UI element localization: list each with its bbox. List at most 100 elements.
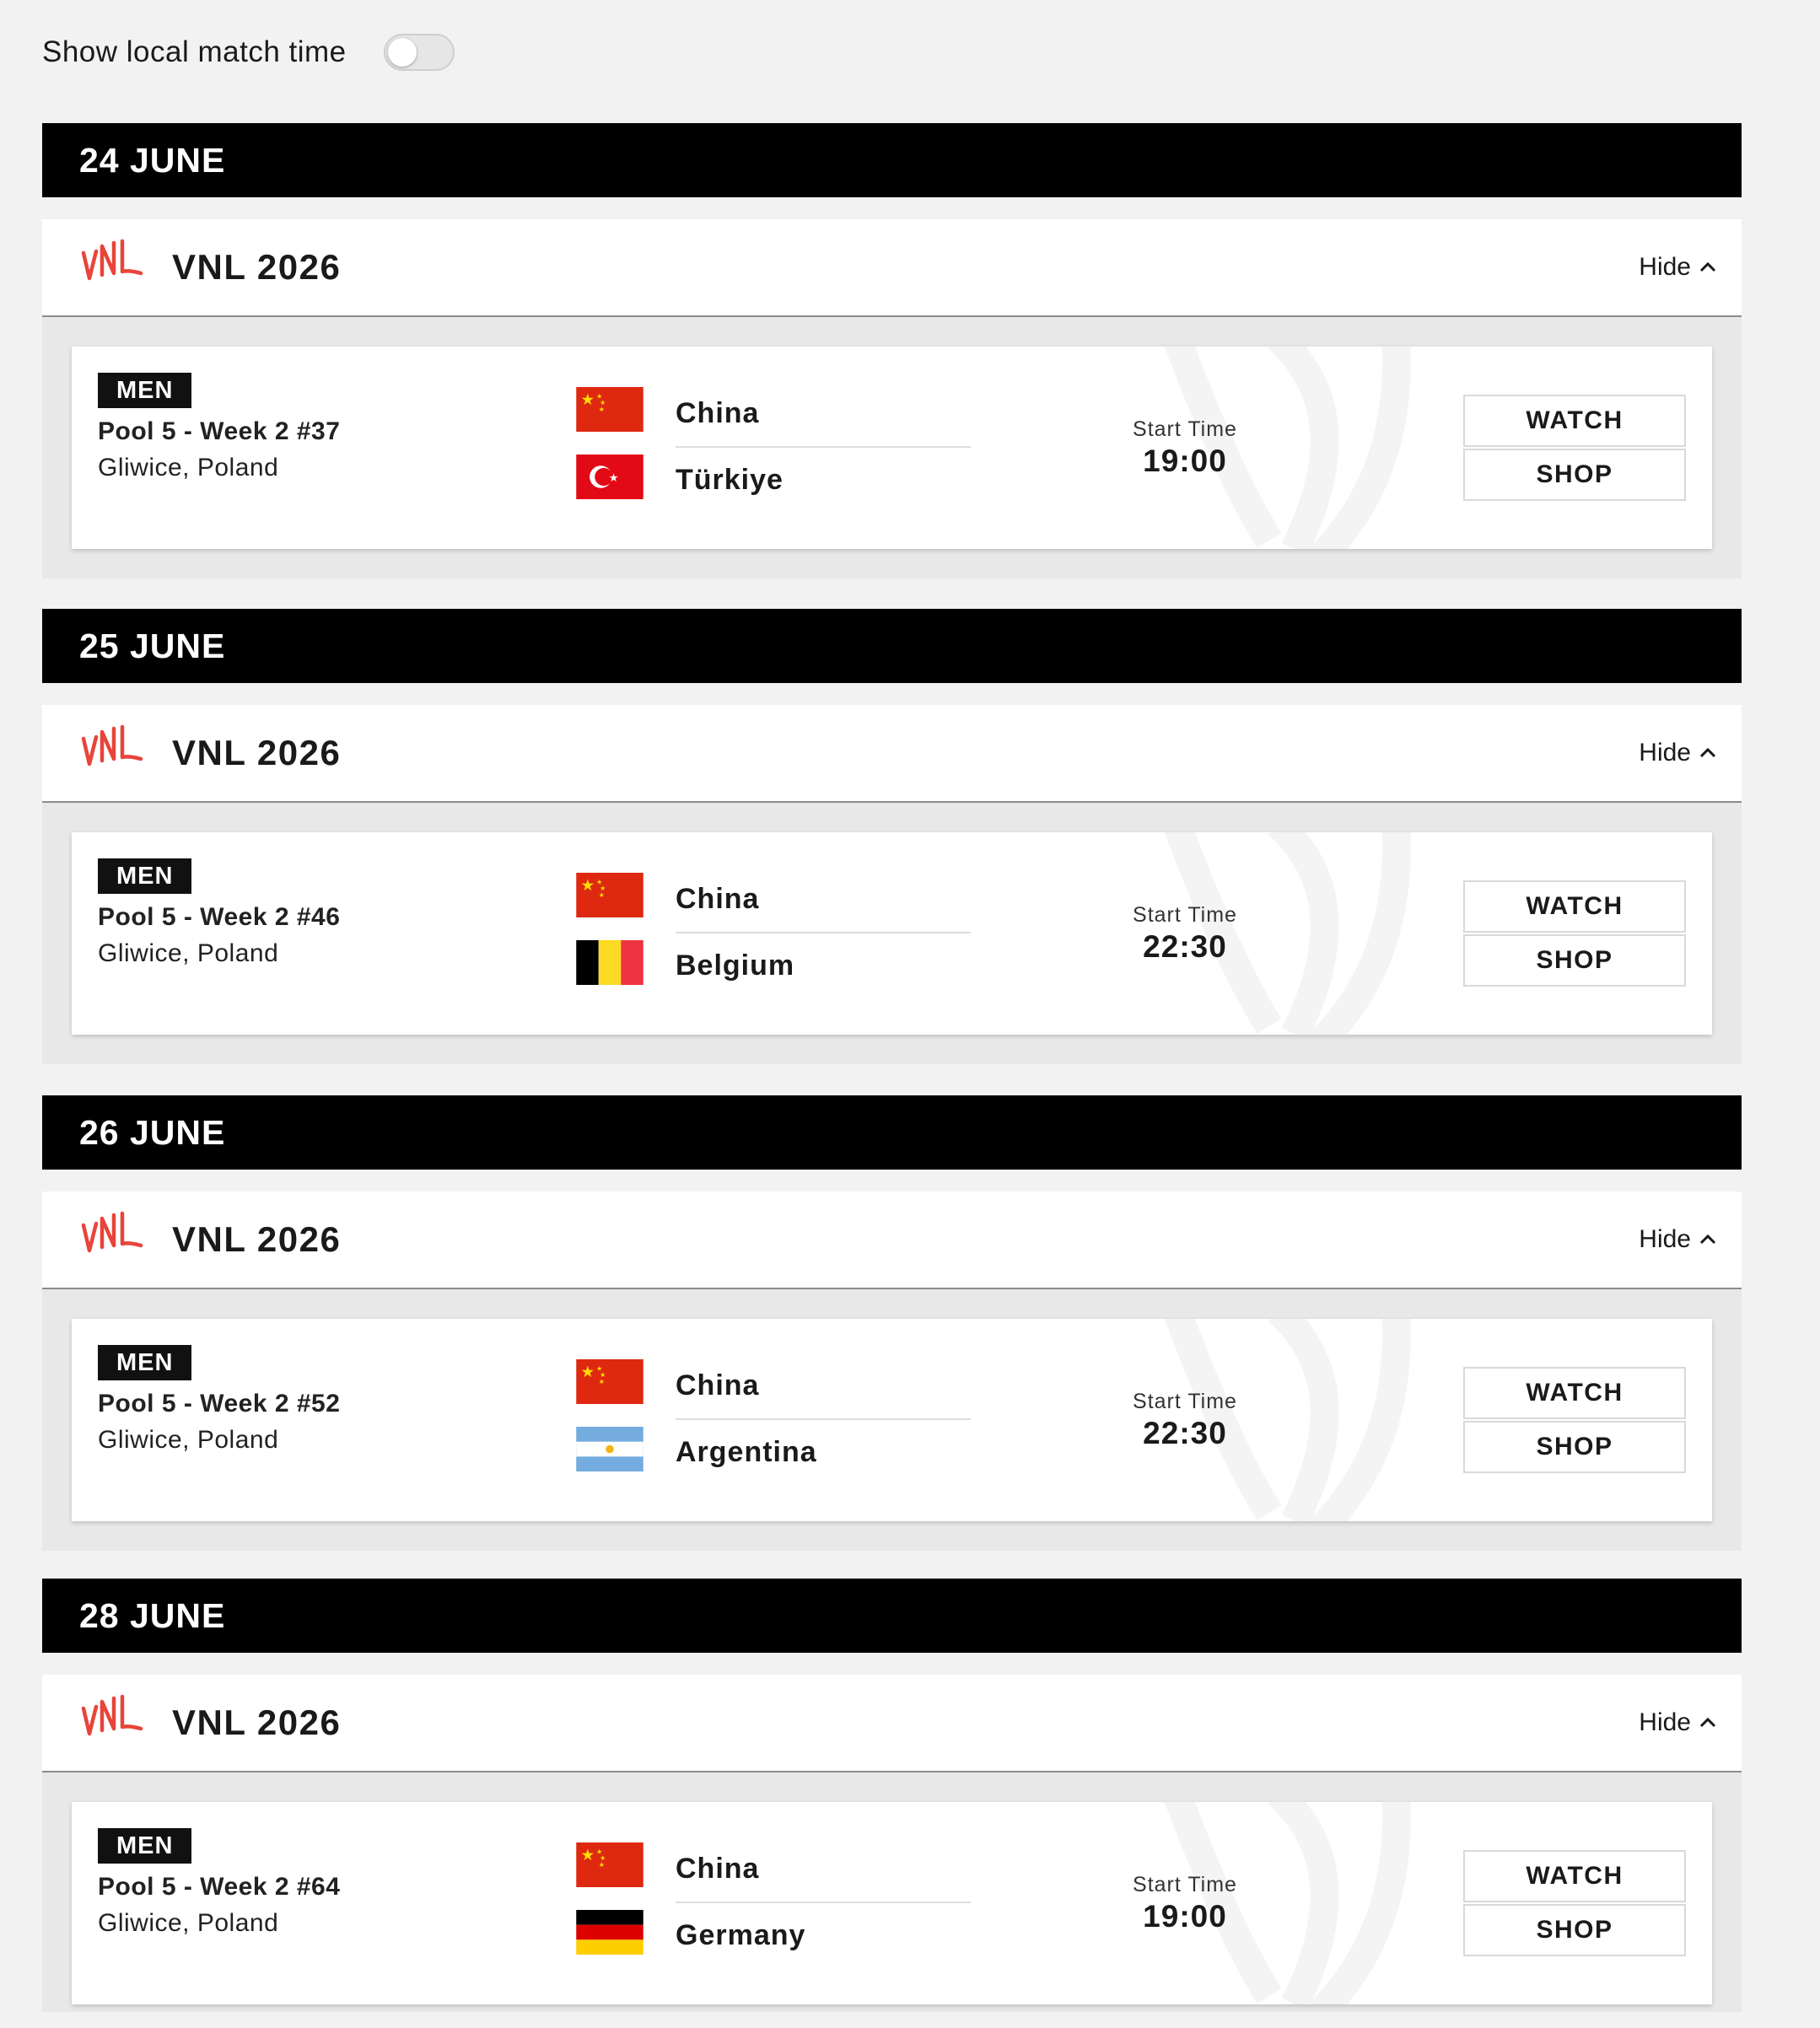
competition-title: VNL 2026 [172,1219,342,1259]
pool-label: Pool 5 - Week 2 #46 [98,903,341,931]
away-team-name: Türkiye [676,464,783,496]
vnl-logo-icon [81,1211,143,1253]
gender-badge: MEN [98,373,192,408]
germany-flag-icon [576,1910,643,1955]
argentina-flag-icon [576,1427,643,1471]
chevron-up-icon [1699,1717,1716,1728]
pool-label: Pool 5 - Week 2 #52 [98,1390,341,1417]
vnl-logo-icon [81,239,143,281]
gender-badge: MEN [98,1828,192,1864]
watch-button[interactable]: WATCH [1463,395,1686,447]
gender-badge: MEN [98,1345,192,1380]
start-time-label: Start Time [1133,1390,1237,1413]
date-header: 25 JUNE [42,609,1742,683]
match-container: MEN Pool 5 - Week 2 #64 Gliwice, Poland … [42,1772,1742,2012]
venue-label: Gliwice, Poland [98,939,279,967]
venue-label: Gliwice, Poland [98,454,279,481]
start-time-label: Start Time [1133,1873,1237,1896]
hide-button[interactable]: Hide [1639,739,1716,767]
competition-header: VNL 2026 Hide [42,705,1742,803]
toggle-knob [387,38,417,67]
start-time-label: Start Time [1133,903,1237,927]
competition-header: VNL 2026 Hide [42,219,1742,317]
shop-button[interactable]: SHOP [1463,449,1686,501]
venue-label: Gliwice, Poland [98,1426,279,1454]
pool-label: Pool 5 - Week 2 #37 [98,417,341,445]
match-container: MEN Pool 5 - Week 2 #37 Gliwice, Poland … [42,317,1742,578]
watch-button[interactable]: WATCH [1463,880,1686,933]
day-section: 26 JUNE VNL 2026 Hide MEN Pool 5 - Week … [42,1095,1742,1551]
day-section: 24 JUNE VNL 2026 Hide MEN Pool 5 - Week … [42,123,1742,578]
local-time-toggle-row: Show local match time [42,34,455,71]
belgium-flag-icon [576,940,643,985]
turkiye-flag-icon: ★ [576,455,643,499]
svg-text:★: ★ [609,471,619,484]
svg-text:★: ★ [599,1378,605,1385]
away-team-name: Belgium [676,949,795,982]
chevron-up-icon [1699,261,1716,272]
competition-header: VNL 2026 Hide [42,1192,1742,1289]
chevron-up-icon [1699,747,1716,758]
watch-button[interactable]: WATCH [1463,1850,1686,1902]
china-flag-icon: ★ ★★★ [576,873,643,917]
team-divider [676,1902,971,1903]
date-header: 24 JUNE [42,123,1742,197]
competition-header: VNL 2026 Hide [42,1675,1742,1772]
team-divider [676,446,971,448]
vnl-logo-icon [81,724,143,767]
venue-label: Gliwice, Poland [98,1909,279,1937]
local-time-toggle[interactable] [383,34,455,71]
shop-button[interactable]: SHOP [1463,1904,1686,1956]
day-section: 28 JUNE VNL 2026 Hide MEN Pool 5 - Week … [42,1579,1742,2012]
svg-text:★: ★ [581,390,595,408]
home-team-name: China [676,883,760,915]
team-divider [676,932,971,933]
team-divider [676,1418,971,1420]
match-card[interactable]: MEN Pool 5 - Week 2 #46 Gliwice, Poland … [72,832,1712,1035]
china-flag-icon: ★ ★★★ [576,387,643,432]
hide-label: Hide [1639,739,1691,767]
day-section: 25 JUNE VNL 2026 Hide MEN Pool 5 - Week … [42,609,1742,1064]
date-header: 26 JUNE [42,1095,1742,1170]
shop-button[interactable]: SHOP [1463,934,1686,987]
local-time-toggle-label: Show local match time [42,35,347,68]
svg-text:★: ★ [581,876,595,894]
competition-title: VNL 2026 [172,733,342,772]
hide-button[interactable]: Hide [1639,1225,1716,1254]
svg-text:★: ★ [581,1363,595,1380]
date-header: 28 JUNE [42,1579,1742,1653]
vnl-logo-icon [81,1694,143,1736]
competition-title: VNL 2026 [172,247,342,287]
match-card[interactable]: MEN Pool 5 - Week 2 #37 Gliwice, Poland … [72,347,1712,549]
chevron-up-icon [1699,1234,1716,1245]
shop-button[interactable]: SHOP [1463,1421,1686,1473]
hide-label: Hide [1639,253,1691,281]
svg-text:★: ★ [581,1846,595,1864]
match-container: MEN Pool 5 - Week 2 #52 Gliwice, Poland … [42,1289,1742,1551]
start-time-value: 22:30 [1143,929,1227,964]
home-team-name: China [676,397,760,429]
start-time-value: 19:00 [1143,1899,1227,1934]
hide-label: Hide [1639,1225,1691,1253]
svg-text:★: ★ [599,1861,605,1869]
match-container: MEN Pool 5 - Week 2 #46 Gliwice, Poland … [42,803,1742,1064]
start-time-value: 19:00 [1143,444,1227,478]
start-time-value: 22:30 [1143,1416,1227,1450]
start-time-label: Start Time [1133,417,1237,441]
home-team-name: China [676,1369,760,1401]
away-team-name: Germany [676,1919,806,1951]
hide-label: Hide [1639,1708,1691,1736]
watch-button[interactable]: WATCH [1463,1367,1686,1419]
hide-button[interactable]: Hide [1639,253,1716,282]
china-flag-icon: ★ ★★★ [576,1359,643,1404]
gender-badge: MEN [98,858,192,894]
pool-label: Pool 5 - Week 2 #64 [98,1873,341,1901]
competition-title: VNL 2026 [172,1703,342,1742]
match-card[interactable]: MEN Pool 5 - Week 2 #52 Gliwice, Poland … [72,1319,1712,1521]
svg-text:★: ★ [599,891,605,899]
svg-text:★: ★ [599,406,605,413]
hide-button[interactable]: Hide [1639,1708,1716,1737]
home-team-name: China [676,1853,760,1885]
china-flag-icon: ★ ★★★ [576,1842,643,1887]
match-card[interactable]: MEN Pool 5 - Week 2 #64 Gliwice, Poland … [72,1802,1712,2004]
